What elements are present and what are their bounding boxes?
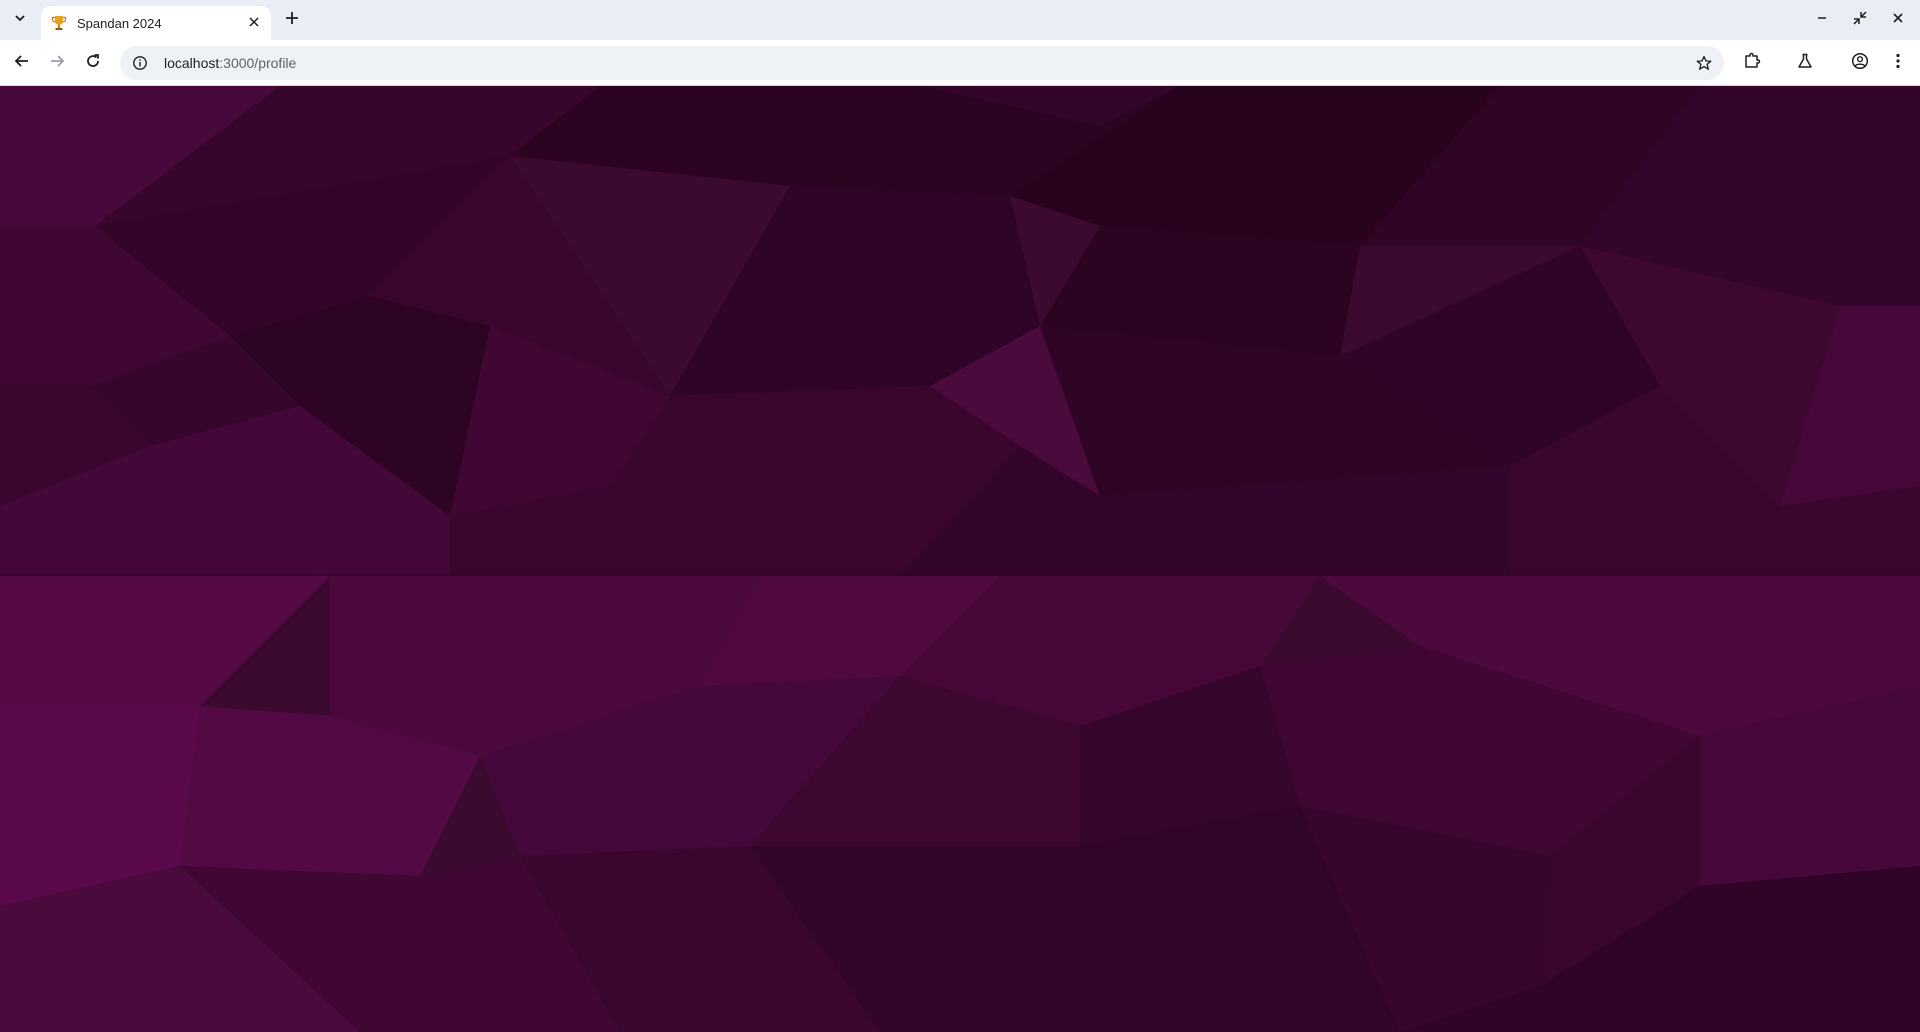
tab-close-button[interactable] xyxy=(245,14,263,32)
star-icon[interactable] xyxy=(1692,51,1716,75)
flask-icon xyxy=(1797,53,1813,74)
page-viewport xyxy=(0,86,1920,1032)
menu-button[interactable] xyxy=(1883,48,1913,78)
window-close-button[interactable] xyxy=(1882,4,1914,36)
minimize-icon xyxy=(1816,11,1828,29)
close-icon xyxy=(1892,11,1904,29)
plus-icon xyxy=(285,11,299,30)
kebab-menu-icon xyxy=(1896,53,1900,74)
low-poly-background xyxy=(0,86,1920,1032)
reload-icon xyxy=(85,53,101,74)
tab-strip: Spandan 2024 xyxy=(0,0,1920,40)
address-bar[interactable]: localhost:3000/profile xyxy=(120,46,1724,80)
new-tab-button[interactable] xyxy=(278,6,306,34)
restore-button[interactable] xyxy=(1844,4,1876,36)
trophy-icon xyxy=(51,15,67,31)
labs-button[interactable] xyxy=(1790,48,1820,78)
puzzle-icon xyxy=(1743,52,1761,75)
arrow-left-icon xyxy=(14,53,30,74)
url-text: localhost:3000/profile xyxy=(164,55,296,71)
restore-icon xyxy=(1853,10,1867,30)
browser-tab[interactable]: Spandan 2024 xyxy=(41,6,271,40)
tab-title: Spandan 2024 xyxy=(77,15,162,31)
profile-icon xyxy=(1851,52,1869,75)
tab-search-button[interactable] xyxy=(6,6,34,34)
forward-button[interactable] xyxy=(42,48,72,78)
close-icon xyxy=(249,14,259,32)
back-button[interactable] xyxy=(7,48,37,78)
info-icon[interactable] xyxy=(130,53,150,73)
arrow-right-icon xyxy=(49,53,65,74)
url-path: :3000/profile xyxy=(219,55,297,71)
profile-button[interactable] xyxy=(1845,48,1875,78)
reload-button[interactable] xyxy=(78,48,108,78)
browser-toolbar: localhost:3000/profile xyxy=(0,40,1920,86)
extensions-button[interactable] xyxy=(1737,48,1767,78)
url-host: localhost xyxy=(164,55,220,71)
minimize-button[interactable] xyxy=(1806,4,1838,36)
chevron-down-icon xyxy=(14,11,26,29)
